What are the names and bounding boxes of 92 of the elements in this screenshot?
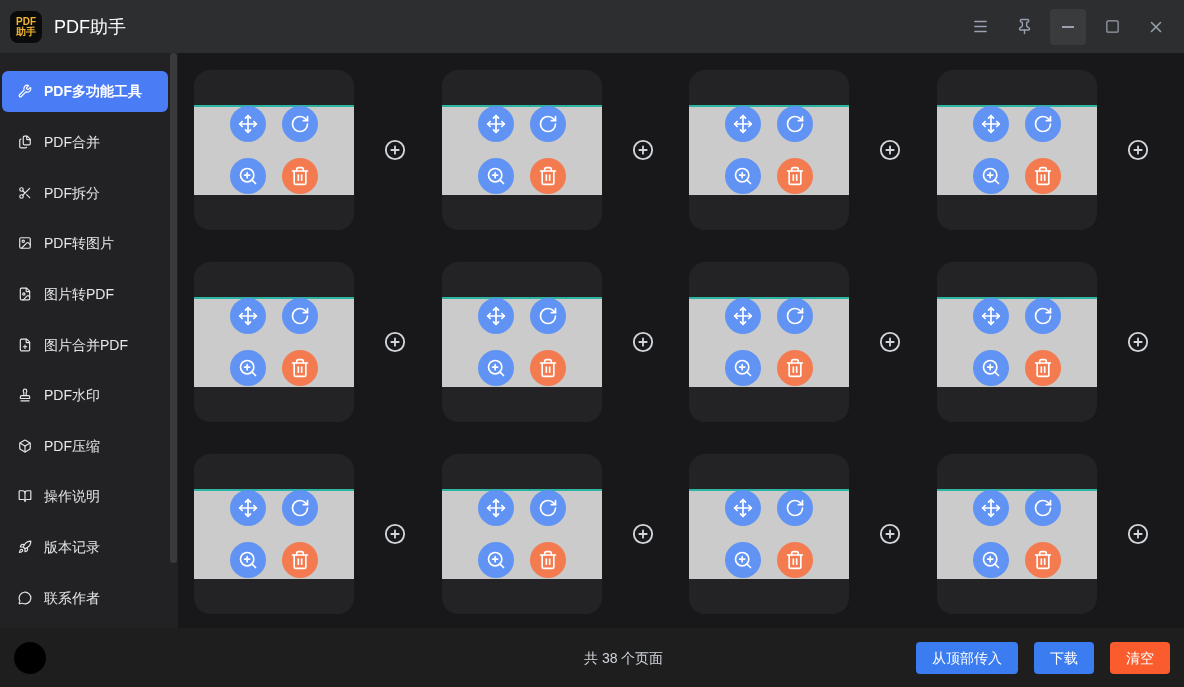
sidebar-item[interactable]: PDF水印 <box>2 374 168 416</box>
sidebar-item[interactable]: 联系作者 <box>2 577 168 619</box>
page-count: 共 38 个页面 <box>584 648 664 668</box>
zoom-icon <box>238 550 258 570</box>
move-icon <box>733 114 753 134</box>
insert-icon[interactable] <box>384 523 406 545</box>
sidebar-item[interactable]: 版本记录 <box>2 526 168 568</box>
logo-text: PDF <box>16 16 36 27</box>
trash-icon <box>785 550 805 570</box>
sidebar-item[interactable]: 图片转PDF <box>2 273 168 315</box>
insert-icon[interactable] <box>879 523 901 545</box>
trash-icon <box>785 358 805 378</box>
trash-icon <box>1032 550 1053 570</box>
insert-icon[interactable] <box>631 139 654 161</box>
file-plus-icon <box>18 337 32 352</box>
rotate-icon <box>290 306 310 326</box>
rocket-icon <box>18 540 32 555</box>
insert-icon[interactable] <box>1126 139 1149 161</box>
sidebar-item[interactable]: 操作说明 <box>2 476 168 517</box>
move-icon <box>980 306 1001 326</box>
sidebar-item[interactable]: PDF合并 <box>2 121 168 163</box>
sidebar-item[interactable]: 图片合并PDF <box>2 324 168 365</box>
rotate-icon <box>1032 114 1053 134</box>
move-icon <box>485 306 506 326</box>
scissors-icon <box>18 185 32 200</box>
footer-button[interactable]: 从顶部传入 <box>916 641 1018 674</box>
sidebar-item[interactable]: PDF转图片 <box>2 222 168 264</box>
rotate-icon <box>537 306 558 326</box>
trash-icon <box>1032 166 1053 186</box>
move-icon <box>980 498 1001 518</box>
rotate-icon <box>290 114 310 134</box>
chat-icon <box>18 590 32 605</box>
insert-icon[interactable] <box>384 331 406 353</box>
zoom-icon <box>485 358 506 378</box>
trash-icon <box>537 550 558 570</box>
zoom-icon <box>733 358 753 378</box>
insert-icon[interactable] <box>879 139 901 161</box>
trash-icon <box>785 166 805 186</box>
sidebar-item[interactable]: PDF拆分 <box>2 172 168 213</box>
logo-text: 助手 <box>16 26 36 37</box>
sidebar-item[interactable]: PDF多功能工具 <box>2 71 168 112</box>
insert-icon[interactable] <box>1126 331 1149 353</box>
move-icon <box>238 306 258 326</box>
trash-icon <box>1032 358 1053 378</box>
rotate-icon <box>785 498 805 518</box>
rotate-icon <box>537 498 558 518</box>
zoom-icon <box>238 358 258 378</box>
insert-icon[interactable] <box>631 331 654 353</box>
move-icon <box>238 114 258 134</box>
zoom-icon <box>980 358 1001 378</box>
move-icon <box>238 498 258 518</box>
zoom-icon <box>980 166 1001 186</box>
wrench-icon <box>18 84 32 99</box>
zoom-icon <box>980 550 1001 570</box>
insert-icon[interactable] <box>384 139 406 161</box>
zoom-icon <box>733 166 753 186</box>
image-icon <box>18 236 32 251</box>
app-title: PDF助手 <box>54 15 126 39</box>
trash-icon <box>290 358 310 378</box>
move-icon <box>485 498 506 518</box>
trash-icon <box>537 166 558 186</box>
insert-icon[interactable] <box>879 331 901 353</box>
trash-icon <box>290 166 310 186</box>
move-icon <box>485 114 506 134</box>
trash-icon <box>537 358 558 378</box>
minimize-icon <box>1062 25 1074 28</box>
menu-icon <box>971 18 989 35</box>
stamp-icon <box>18 388 32 403</box>
book-icon <box>18 489 32 504</box>
files-icon <box>18 134 32 149</box>
rotate-icon <box>785 306 805 326</box>
move-icon <box>980 114 1001 134</box>
rotate-icon <box>785 114 805 134</box>
move-icon <box>733 306 753 326</box>
zoom-icon <box>733 550 753 570</box>
rotate-icon <box>1032 498 1053 518</box>
box-icon <box>18 438 32 453</box>
footer-button[interactable]: 下载 <box>1034 641 1094 674</box>
file-image-icon <box>18 286 32 301</box>
trash-icon <box>290 550 310 570</box>
insert-icon[interactable] <box>631 523 654 545</box>
rotate-icon <box>290 498 310 518</box>
rotate-icon <box>1032 306 1053 326</box>
zoom-icon <box>485 166 506 186</box>
zoom-icon <box>485 550 506 570</box>
insert-icon[interactable] <box>1126 523 1149 545</box>
zoom-icon <box>238 166 258 186</box>
move-icon <box>733 498 753 518</box>
maximize-icon <box>1104 19 1120 34</box>
avatar <box>14 641 46 674</box>
rotate-icon <box>537 114 558 134</box>
sidebar-item[interactable]: PDF压缩 <box>2 425 168 467</box>
